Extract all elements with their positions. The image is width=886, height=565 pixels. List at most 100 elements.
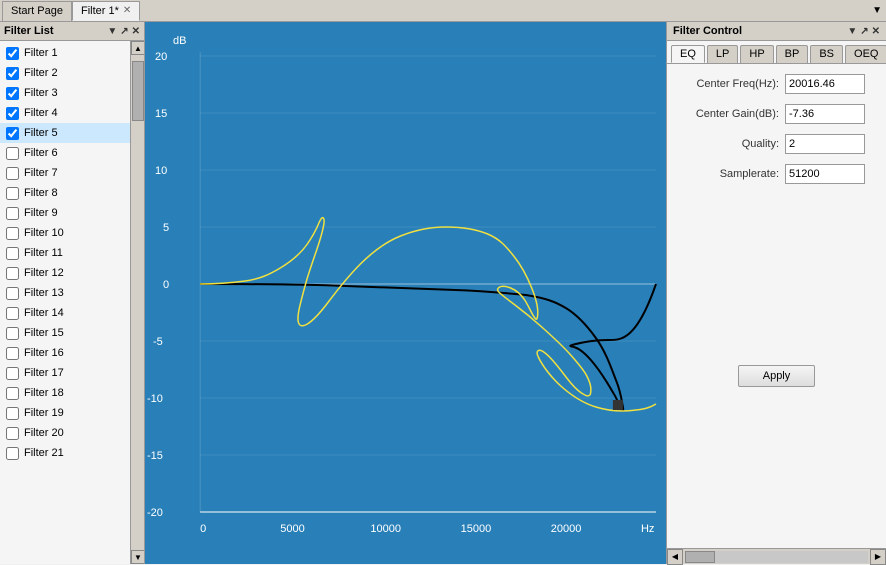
filter-item-14[interactable]: Filter 14: [0, 303, 130, 323]
filter-checkbox-20[interactable]: [6, 427, 19, 440]
eq-control-point[interactable]: [613, 400, 623, 410]
control-input-3[interactable]: [785, 164, 865, 184]
filter-type-tab-oeq[interactable]: OEQ: [845, 45, 886, 63]
scroll-left-btn[interactable]: ◀: [667, 549, 683, 565]
filter-checkbox-21[interactable]: [6, 447, 19, 460]
scrollbar-thumb[interactable]: [132, 61, 144, 121]
tab-filter1-close-icon[interactable]: ✕: [123, 5, 131, 16]
scroll-track[interactable]: [685, 551, 868, 563]
filter-item-11[interactable]: Filter 11: [0, 243, 130, 263]
filter-label-16: Filter 16: [24, 347, 64, 359]
svg-text:-10: -10: [147, 393, 163, 405]
filter-item-18[interactable]: Filter 18: [0, 383, 130, 403]
filter-list-scrollbar[interactable]: ▲ ▼: [130, 41, 144, 564]
control-input-2[interactable]: [785, 134, 865, 154]
filter-checkbox-13[interactable]: [6, 287, 19, 300]
filter-control-panel: Filter Control ▼ ↗ ✕ EQLPHPBPBSOEQ Cente…: [666, 22, 886, 564]
scroll-thumb[interactable]: [685, 551, 715, 563]
filter-checkbox-19[interactable]: [6, 407, 19, 420]
filter-control-title: Filter Control: [673, 25, 742, 37]
svg-text:-5: -5: [153, 336, 163, 348]
filter-item-13[interactable]: Filter 13: [0, 283, 130, 303]
filter-checkbox-16[interactable]: [6, 347, 19, 360]
filter-control-close-icon[interactable]: ✕: [872, 26, 880, 37]
yellow-filter-curve: [200, 218, 656, 411]
filter-item-2[interactable]: Filter 2: [0, 63, 130, 83]
filter-type-tab-bp[interactable]: BP: [776, 45, 809, 63]
tab-start-page[interactable]: Start Page: [2, 1, 72, 21]
filter-control-bottom-scrollbar[interactable]: ◀ ▶: [667, 548, 886, 564]
filter-checkbox-6[interactable]: [6, 147, 19, 160]
filter-item-16[interactable]: Filter 16: [0, 343, 130, 363]
tab-filter1[interactable]: Filter 1* ✕: [72, 1, 140, 21]
filter-checkbox-3[interactable]: [6, 87, 19, 100]
filter-label-21: Filter 21: [24, 447, 64, 459]
filter-checkbox-7[interactable]: [6, 167, 19, 180]
filter-checkbox-2[interactable]: [6, 67, 19, 80]
filter-item-12[interactable]: Filter 12: [0, 263, 130, 283]
svg-text:-15: -15: [147, 450, 163, 462]
filter-item-19[interactable]: Filter 19: [0, 403, 130, 423]
filter-label-19: Filter 19: [24, 407, 64, 419]
filter-type-tab-eq[interactable]: EQ: [671, 45, 705, 63]
filter-item-17[interactable]: Filter 17: [0, 363, 130, 383]
scrollbar-up-btn[interactable]: ▲: [131, 41, 144, 55]
control-label-0: Center Freq(Hz):: [675, 78, 785, 90]
filter-label-7: Filter 7: [24, 167, 58, 179]
filter-label-20: Filter 20: [24, 427, 64, 439]
svg-text:10: 10: [155, 165, 167, 177]
filter-item-3[interactable]: Filter 3: [0, 83, 130, 103]
scrollbar-down-btn[interactable]: ▼: [131, 550, 144, 564]
svg-text:15000: 15000: [461, 523, 492, 535]
filter-checkbox-17[interactable]: [6, 367, 19, 380]
filter-checkbox-4[interactable]: [6, 107, 19, 120]
filter-checkbox-14[interactable]: [6, 307, 19, 320]
filter-list-title: Filter List: [4, 25, 54, 37]
control-input-1[interactable]: [785, 104, 865, 124]
filter-label-17: Filter 17: [24, 367, 64, 379]
filter-control-float-icon[interactable]: ↗: [860, 26, 868, 37]
filter-list-panel: Filter List ▼ ↗ ✕ Filter 1Filter 2Filter…: [0, 22, 145, 564]
filter-checkbox-15[interactable]: [6, 327, 19, 340]
filter-list-float-icon[interactable]: ↗: [120, 26, 128, 37]
svg-text:5000: 5000: [280, 523, 305, 535]
filter-type-tab-bs[interactable]: BS: [810, 45, 843, 63]
chart-svg: dB 20 15 10 5 0 -5 -10 -15: [145, 22, 666, 564]
filter-item-5[interactable]: Filter 5: [0, 123, 130, 143]
filter-list-close-icon[interactable]: ✕: [132, 26, 140, 37]
apply-button[interactable]: Apply: [738, 365, 816, 387]
filter-list-header: Filter List ▼ ↗ ✕: [0, 22, 144, 41]
filter-item-20[interactable]: Filter 20: [0, 423, 130, 443]
filter-checkbox-1[interactable]: [6, 47, 19, 60]
tab-dropdown-icon[interactable]: ▼: [872, 5, 886, 16]
filter-label-1: Filter 1: [24, 47, 58, 59]
filter-item-10[interactable]: Filter 10: [0, 223, 130, 243]
filter-item-7[interactable]: Filter 7: [0, 163, 130, 183]
filter-checkbox-5[interactable]: [6, 127, 19, 140]
filter-item-8[interactable]: Filter 8: [0, 183, 130, 203]
filter-list-pin-icon[interactable]: ▼: [107, 26, 117, 37]
filter-checkbox-10[interactable]: [6, 227, 19, 240]
filter-checkbox-8[interactable]: [6, 187, 19, 200]
filter-checkbox-9[interactable]: [6, 207, 19, 220]
control-input-0[interactable]: [785, 74, 865, 94]
control-label-1: Center Gain(dB):: [675, 108, 785, 120]
filter-item-4[interactable]: Filter 4: [0, 103, 130, 123]
filter-label-6: Filter 6: [24, 147, 58, 159]
filter-type-tab-lp[interactable]: LP: [707, 45, 738, 63]
filter-type-tab-hp[interactable]: HP: [740, 45, 773, 63]
filter-item-21[interactable]: Filter 21: [0, 443, 130, 463]
filter-checkbox-11[interactable]: [6, 247, 19, 260]
filter-control-body: Center Freq(Hz):Center Gain(dB):Quality:…: [667, 64, 886, 204]
filter-checkbox-18[interactable]: [6, 387, 19, 400]
filter-item-1[interactable]: Filter 1: [0, 43, 130, 63]
filter-checkbox-12[interactable]: [6, 267, 19, 280]
filter-control-pin-icon[interactable]: ▼: [847, 26, 857, 37]
control-row-3: Samplerate:: [675, 164, 878, 184]
filter-item-6[interactable]: Filter 6: [0, 143, 130, 163]
filter-item-15[interactable]: Filter 15: [0, 323, 130, 343]
scroll-right-btn[interactable]: ▶: [870, 549, 886, 565]
svg-text:20: 20: [155, 51, 167, 63]
filter-item-9[interactable]: Filter 9: [0, 203, 130, 223]
filter-control-header-icons: ▼ ↗ ✕: [847, 26, 880, 37]
